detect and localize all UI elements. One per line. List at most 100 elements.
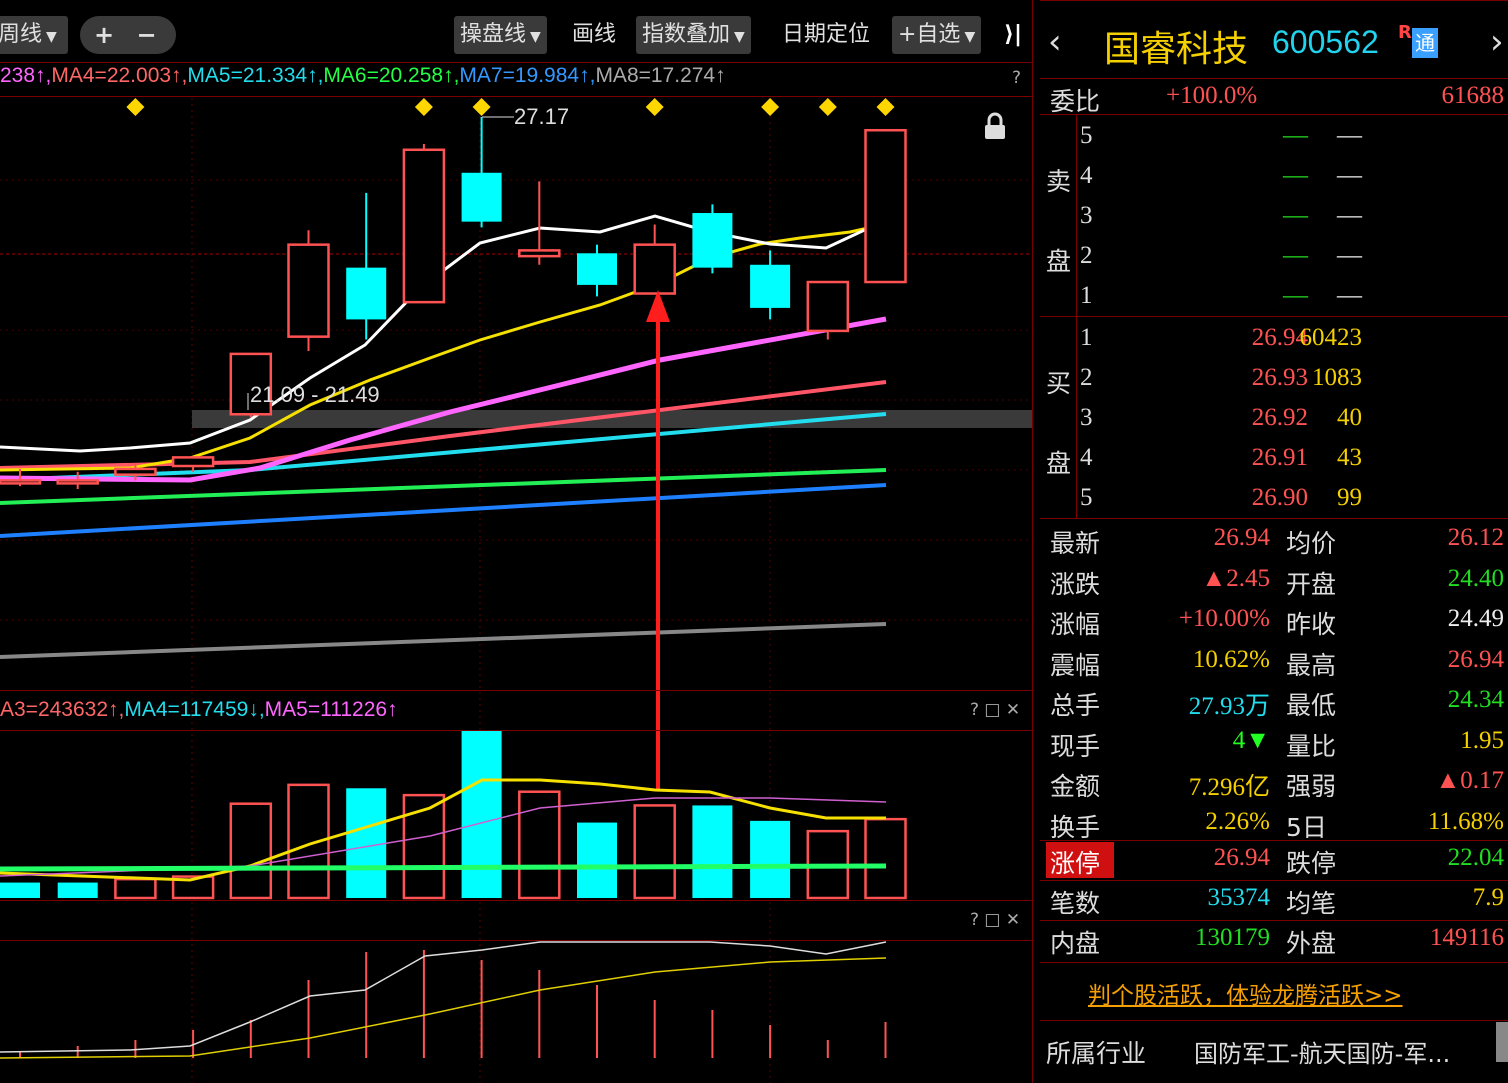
volume-bar xyxy=(633,804,676,900)
limit-down-value: 22.04 xyxy=(1447,844,1504,871)
volume-bar xyxy=(229,802,273,900)
book-volume: — xyxy=(1337,282,1362,309)
outer-volume-value: 149116 xyxy=(1429,924,1504,951)
indicator-yellow xyxy=(0,957,887,1059)
volume-bar xyxy=(0,882,40,898)
book-level: 2 xyxy=(1080,242,1093,269)
divider xyxy=(0,730,1032,731)
stock-name: 国睿科技 xyxy=(1104,29,1249,70)
book-level: 1 xyxy=(1080,282,1093,309)
quote-value: 10.62% xyxy=(1192,645,1270,673)
quote-label: 换手 xyxy=(1050,812,1101,842)
book-price[interactable]: — xyxy=(1283,202,1308,230)
signal-diamond xyxy=(876,98,895,116)
quote-label: 强弱 xyxy=(1286,772,1337,801)
signal-diamond xyxy=(126,98,145,116)
volume-bar xyxy=(57,882,98,898)
quote-label: 均价 xyxy=(1286,529,1337,558)
quote-value: 1.95 xyxy=(1460,726,1504,754)
ma-legend-item: MA4=117459↓, xyxy=(124,698,265,721)
quote-panel: ‹ 国睿科技 600562 R 通 › 委比 +100.0% 61688 卖 盘… xyxy=(1040,0,1508,1083)
book-price[interactable]: — xyxy=(1283,242,1308,270)
book-volume: — xyxy=(1337,162,1362,189)
sell-label: 卖 xyxy=(1046,167,1072,196)
trade-count-label: 笔数 xyxy=(1050,889,1101,918)
book-volume: — xyxy=(1337,242,1362,269)
quote-label: 震幅 xyxy=(1050,650,1101,680)
ma-legend-item: A3=243632↑, xyxy=(0,698,125,721)
book-price[interactable]: 26.92 xyxy=(1252,404,1308,432)
book-price[interactable]: — xyxy=(1283,162,1308,190)
panel-controls[interactable]: ? □ ✕ xyxy=(970,700,1020,720)
buy-label: 买 xyxy=(1046,369,1072,398)
industry-label: 所属行业 xyxy=(1046,1039,1147,1068)
quote-label: 现手 xyxy=(1050,731,1101,761)
inner-volume-value: 130179 xyxy=(1195,924,1270,951)
candle xyxy=(750,250,791,320)
divider xyxy=(0,690,1032,691)
candle xyxy=(518,181,561,265)
book-volume: — xyxy=(1337,202,1362,229)
candle xyxy=(461,117,502,228)
sell-label: 盘 xyxy=(1046,247,1072,276)
scrollbar[interactable] xyxy=(1496,1022,1508,1062)
limit-up-value: 26.94 xyxy=(1213,844,1270,871)
ma-legend-item: MA5=111226↑ xyxy=(264,698,398,721)
signal-diamond xyxy=(472,98,491,116)
weibi-label: 委比 xyxy=(1050,87,1101,116)
book-level: 3 xyxy=(1080,202,1093,229)
tong-badge[interactable]: 通 xyxy=(1412,28,1438,58)
quote-value: 2.26% xyxy=(1205,807,1270,835)
outer-volume-label: 外盘 xyxy=(1286,929,1337,958)
candle xyxy=(864,128,907,284)
candle xyxy=(633,224,676,295)
book-level: 4 xyxy=(1080,162,1093,189)
book-price[interactable]: 26.91 xyxy=(1252,444,1308,472)
quote-label: 涨跌 xyxy=(1050,569,1101,599)
promo-link[interactable]: 判个股活跃，体验龙腾活跃>> xyxy=(1088,976,1403,1010)
panel-controls[interactable]: ? □ ✕ xyxy=(970,910,1020,930)
book-price[interactable]: — xyxy=(1283,122,1308,150)
volume-bar xyxy=(750,820,791,898)
ma8-line xyxy=(0,622,887,659)
signal-diamond xyxy=(645,98,664,116)
book-level: 3 xyxy=(1080,404,1093,431)
volume-bar xyxy=(864,817,907,900)
quote-value: 11.68% xyxy=(1427,807,1504,835)
industry-value[interactable]: 国防军工-航天国防-军... xyxy=(1194,1034,1450,1069)
candle xyxy=(171,456,215,472)
buy-label: 盘 xyxy=(1046,449,1072,478)
indicator-white xyxy=(0,941,887,1053)
arrow-head xyxy=(646,290,670,322)
signal-diamond xyxy=(818,98,837,116)
quote-value: 7.296亿 xyxy=(1188,774,1270,801)
book-level: 5 xyxy=(1080,122,1093,149)
book-price[interactable]: 26.90 xyxy=(1252,484,1308,512)
quote-value: ▲2.45 xyxy=(1201,564,1271,592)
book-volume: — xyxy=(1337,122,1362,149)
book-level: 1 xyxy=(1080,324,1093,351)
kline-chart-area[interactable]: 周线 ▼ + − 操盘线 ▼ 画线 指数叠加 ▼ 日期定位 +自选 ▼ ⟩| 238↑,… xyxy=(0,0,1032,1083)
book-level: 4 xyxy=(1080,444,1093,471)
r-badge: R xyxy=(1398,22,1412,43)
divider xyxy=(0,940,1032,941)
quote-label: 开盘 xyxy=(1286,569,1337,599)
high-price-label: 27.17 xyxy=(514,104,570,129)
limit-down-label: 跌停 xyxy=(1286,849,1337,878)
quote-label: 昨收 xyxy=(1286,610,1337,639)
candle xyxy=(402,144,446,304)
book-volume: 99 xyxy=(1337,484,1362,511)
quote-value: 24.40 xyxy=(1447,564,1504,592)
limit-up-label: 涨停 xyxy=(1050,849,1101,878)
avg-per-trade-value: 7.9 xyxy=(1472,884,1504,911)
vol-ma-green xyxy=(0,863,887,872)
next-stock-icon[interactable]: › xyxy=(1490,22,1504,62)
volume-bar xyxy=(577,822,617,898)
candle xyxy=(806,280,850,340)
prev-stock-icon[interactable]: ‹ xyxy=(1048,22,1062,62)
range-label: 21.09 - 21.49 xyxy=(250,382,380,407)
trade-count-value: 35374 xyxy=(1207,884,1271,911)
book-price[interactable]: — xyxy=(1283,282,1308,310)
signal-diamond xyxy=(414,98,433,116)
book-price[interactable]: 26.93 xyxy=(1252,364,1308,392)
